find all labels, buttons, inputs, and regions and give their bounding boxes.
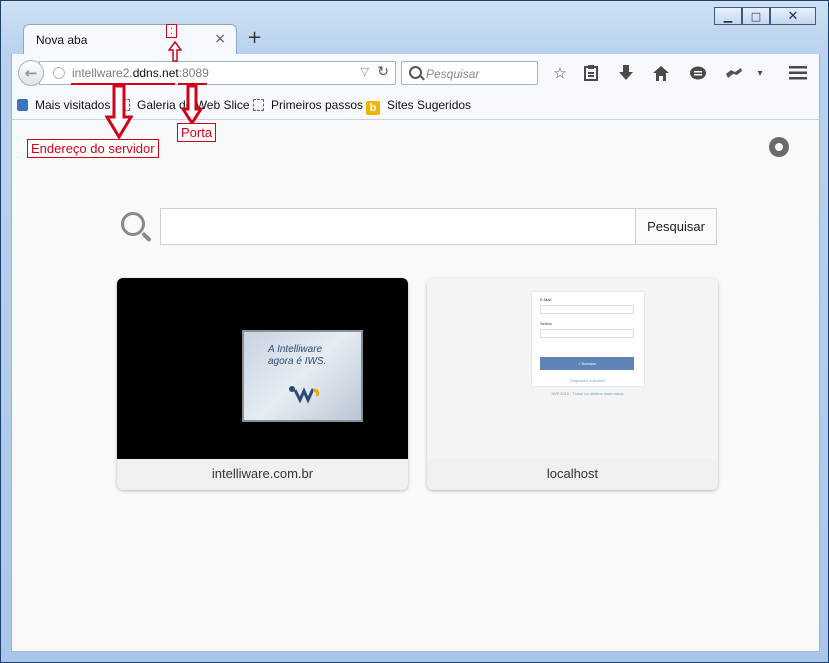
chat-icon[interactable] [687, 63, 709, 83]
url-port: :8089 [178, 66, 209, 80]
gear-icon[interactable] [769, 137, 789, 157]
new-tab-page: Pesquisar A Intelliware agora é IWS. inte… [11, 120, 820, 652]
download-icon[interactable] [615, 63, 637, 83]
email-field-preview [540, 305, 634, 314]
page-icon [253, 99, 264, 111]
search-icon [409, 66, 422, 79]
email-label: E-Mail [540, 297, 552, 302]
search-icon [121, 212, 145, 236]
tile-thumbnail: E-Mail Senha ✓Acessar Esqueceu a senha? … [427, 278, 718, 459]
back-arrow-icon: ← [24, 64, 38, 82]
password-label: Senha [540, 321, 552, 326]
search-placeholder: Pesquisar [426, 67, 480, 81]
bookmark-star-icon[interactable]: ☆ [549, 63, 571, 83]
iws-banner-text: A Intelliware agora é IWS. [268, 344, 327, 367]
iws-logo-icon [289, 386, 319, 404]
annotation-colon: : [166, 24, 178, 38]
bookmark-sites-sugeridos[interactable]: b Sites Sugeridos [366, 98, 471, 115]
forgot-link-preview: Esqueceu a senha? [570, 378, 606, 383]
tile-label: localhost [546, 466, 599, 481]
extension-dropdown-icon[interactable]: ▾ [749, 63, 771, 83]
tile-intelliware[interactable]: A Intelliware agora é IWS. intelliware.co… [117, 278, 408, 490]
most-visited-icon [17, 99, 28, 111]
bing-icon: b [366, 101, 380, 115]
down-arrow-port-icon [181, 85, 203, 125]
new-tab-button[interactable]: + [247, 27, 262, 48]
browser-window: ▁ □ ✕ Nova aba × + intellware2.ddns.net:… [0, 0, 829, 663]
extension-icon[interactable] [723, 63, 745, 83]
minimize-button[interactable]: ▁ [714, 7, 742, 25]
reload-icon[interactable]: ↻ [377, 64, 389, 80]
login-button-preview: ✓Acessar [540, 357, 634, 370]
bookmark-primeiros-passos[interactable]: Primeiros passos [253, 98, 363, 112]
annotation-port-label: Porta [177, 123, 217, 142]
hamburger-menu-icon[interactable] [787, 63, 809, 83]
bookmark-mais-visitados[interactable]: Mais visitados [17, 98, 110, 112]
window-controls: ▁ □ ✕ [714, 7, 816, 25]
page-search-button[interactable]: Pesquisar [635, 208, 717, 245]
close-window-button[interactable]: ✕ [770, 7, 816, 25]
url-host-prefix: intellware2. [72, 66, 133, 80]
maximize-button[interactable]: □ [742, 7, 770, 25]
tab-title: Nova aba [36, 33, 88, 47]
tile-localhost[interactable]: E-Mail Senha ✓Acessar Esqueceu a senha? … [427, 278, 718, 490]
tab-close-icon[interactable]: × [214, 31, 226, 47]
back-button[interactable]: ← [18, 60, 44, 86]
page-search-input[interactable] [160, 208, 636, 245]
globe-icon [53, 67, 65, 79]
tile-thumbnail: A Intelliware agora é IWS. [117, 278, 408, 459]
annotation-server-label: Endereço do servidor [27, 139, 159, 158]
up-arrow-annotation-icon [168, 41, 182, 62]
search-input[interactable]: Pesquisar [401, 61, 538, 85]
url-bar[interactable]: intellware2.ddns.net:8089 ▽ ↻ [39, 61, 396, 85]
bookmarks-menu-icon[interactable] [580, 63, 602, 83]
home-icon[interactable] [650, 63, 672, 83]
down-arrow-server-icon [105, 85, 133, 139]
iws-banner: A Intelliware agora é IWS. [242, 330, 363, 422]
login-preview: E-Mail Senha ✓Acessar Esqueceu a senha? [532, 292, 644, 386]
password-field-preview [540, 329, 634, 338]
url-host-domain: ddns.net [132, 66, 179, 80]
history-dropdown-icon[interactable]: ▽ [361, 65, 369, 78]
tab-nova-aba[interactable]: Nova aba × [23, 24, 237, 54]
url-text[interactable]: intellware2.ddns.net:8089 [72, 66, 209, 80]
footer-preview: IWS 2015 - Todos os direitos reservados. [551, 391, 625, 396]
tile-label: intelliware.com.br [211, 466, 314, 481]
